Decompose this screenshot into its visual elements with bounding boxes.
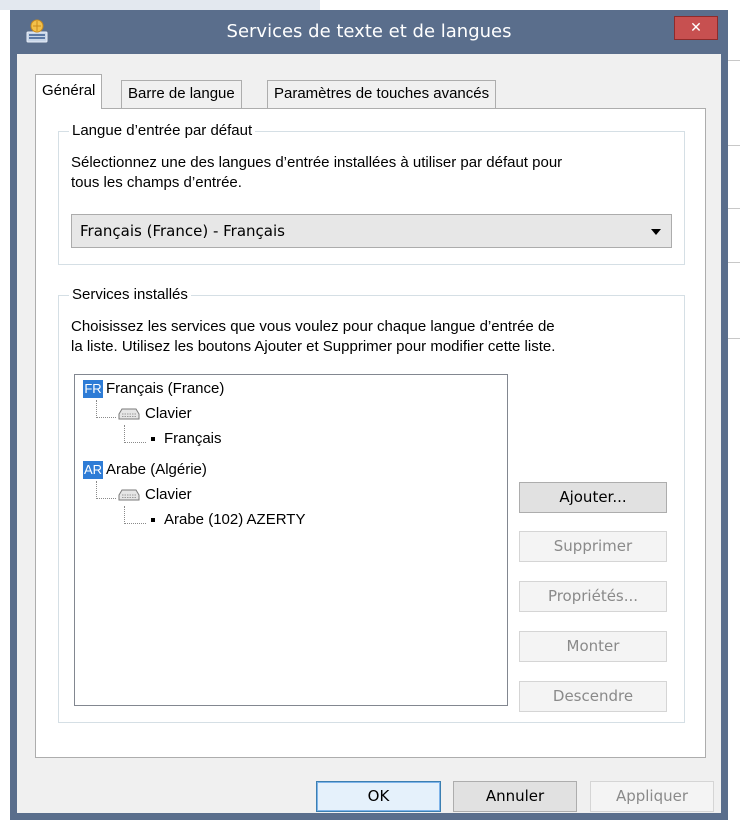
tree-connector <box>96 481 97 499</box>
window-title: Services de texte et de langues <box>226 21 512 42</box>
tree-connector <box>124 506 125 524</box>
language-name: Français (France) <box>106 380 225 397</box>
background-divider <box>728 145 740 146</box>
bullet-icon <box>151 437 155 442</box>
dialog-window: Services de texte et de langues ✕ Généra… <box>10 10 728 820</box>
layout-label: Arabe (102) AZERTY <box>164 511 306 528</box>
remove-button[interactable]: Supprimer <box>519 531 667 562</box>
tree-item-layout[interactable]: Arabe (102) AZERTY <box>151 508 305 532</box>
tab-advanced-key-settings[interactable]: Paramètres de touches avancés <box>267 80 497 108</box>
tree-item-language[interactable]: AR Arabe (Algérie) <box>83 458 207 482</box>
cancel-button[interactable]: Annuler <box>453 781 577 812</box>
background-divider <box>728 208 740 209</box>
default-language-group: Langue d’entrée par défaut Sélectionnez … <box>58 122 685 265</box>
tree-connector <box>124 523 146 524</box>
layout-label: Français <box>164 430 222 447</box>
installed-services-description-line2: la liste. Utilisez les boutons Ajouter e… <box>71 338 556 355</box>
chevron-down-icon <box>651 229 661 235</box>
add-button[interactable]: Ajouter... <box>519 482 667 513</box>
default-language-dropdown[interactable]: Français (France) - Français <box>71 214 672 248</box>
background-divider <box>728 338 740 339</box>
close-icon: ✕ <box>690 20 702 36</box>
tree-connector <box>124 442 146 443</box>
tree-item-category[interactable]: Clavier <box>117 483 192 507</box>
keyboard-icon <box>118 489 140 501</box>
tab-general[interactable]: Général <box>35 74 103 109</box>
background-window-edge <box>0 0 320 10</box>
dropdown-selected-value: Français (France) - Français <box>80 222 285 240</box>
close-button[interactable]: ✕ <box>674 16 718 40</box>
installed-services-tree[interactable]: FR Français (France) Clavier Français AR A… <box>74 374 508 706</box>
tab-label: Barre de langue <box>128 85 235 102</box>
properties-button[interactable]: Propriétés... <box>519 581 667 612</box>
dialog-client-area: Général Barre de langue Paramètres de to… <box>17 54 721 813</box>
category-label: Clavier <box>145 486 192 503</box>
installed-services-description-line1: Choisissez les services que vous voulez … <box>71 318 555 335</box>
tree-connector <box>124 425 125 443</box>
default-language-description-line1: Sélectionnez une des langues d’entrée in… <box>71 154 563 171</box>
bullet-icon <box>151 518 155 523</box>
ok-button[interactable]: OK <box>316 781 441 812</box>
language-badge: AR <box>83 461 103 480</box>
tab-label: Paramètres de touches avancés <box>274 85 490 102</box>
background-divider <box>728 262 740 263</box>
tree-connector <box>96 498 116 499</box>
tree-item-category[interactable]: Clavier <box>117 402 192 426</box>
title-bar[interactable]: Services de texte et de langues ✕ <box>10 10 728 54</box>
apply-button[interactable]: Appliquer <box>590 781 714 812</box>
tree-connector <box>96 400 97 418</box>
language-badge: FR <box>83 380 103 399</box>
category-label: Clavier <box>145 405 192 422</box>
tab-panel-general: Langue d’entrée par défaut Sélectionnez … <box>35 108 706 758</box>
tab-language-bar[interactable]: Barre de langue <box>121 80 242 108</box>
background-window-strip <box>728 0 740 827</box>
group-title: Services installés <box>69 286 191 303</box>
tab-label: Général <box>42 82 96 99</box>
keyboard-icon <box>118 408 140 420</box>
default-language-description-line2: tous les champs d’entrée. <box>71 174 242 191</box>
installed-services-group: Services installés Choisissez les servic… <box>58 286 685 723</box>
tree-item-language[interactable]: FR Français (France) <box>83 377 224 401</box>
tree-connector <box>96 417 116 418</box>
tree-item-layout[interactable]: Français <box>151 427 222 451</box>
language-name: Arabe (Algérie) <box>106 461 207 478</box>
move-down-button[interactable]: Descendre <box>519 681 667 712</box>
background-divider <box>728 60 740 61</box>
group-title: Langue d’entrée par défaut <box>69 122 256 139</box>
move-up-button[interactable]: Monter <box>519 631 667 662</box>
